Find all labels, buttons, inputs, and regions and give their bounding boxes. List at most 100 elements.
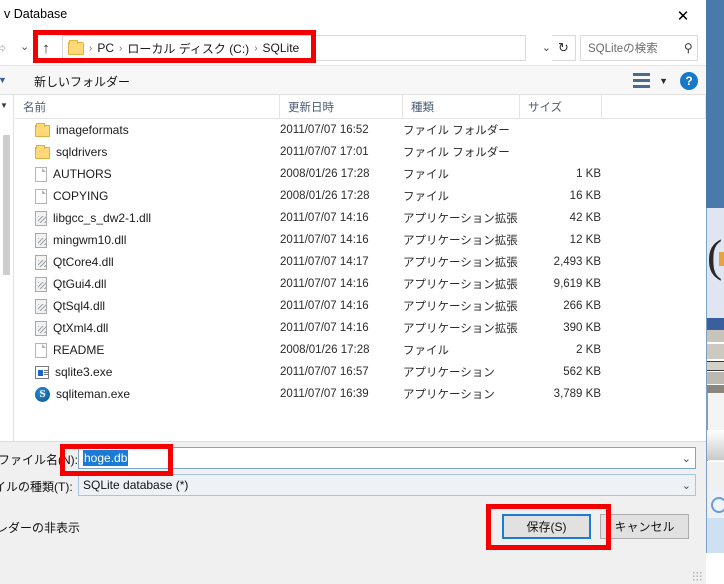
breadcrumb-separator: ›: [117, 43, 124, 54]
background-row: [707, 372, 724, 384]
column-header-size[interactable]: サイズ: [520, 95, 602, 119]
up-one-level-icon[interactable]: ↑: [36, 38, 56, 58]
dialog-form: ファイル名(N): hoge.db ⌄ イルの種類(T): SQLite dat…: [0, 441, 706, 584]
file-date-cell: 2011/07/07 16:39: [280, 383, 369, 405]
filetype-select[interactable]: SQLite database (*) ⌄: [78, 474, 696, 496]
file-row[interactable]: libgcc_s_dw2-1.dll2011/07/07 14:16アプリケーシ…: [15, 207, 706, 229]
column-header-blank[interactable]: [602, 95, 706, 119]
new-folder-button[interactable]: 新しいフォルダー: [34, 73, 130, 90]
file-type-cell: ファイル: [403, 163, 449, 185]
file-size-cell: 266 KB: [445, 295, 601, 317]
file-size-cell: 2 KB: [445, 339, 601, 361]
file-row[interactable]: QtXml4.dll2011/07/07 14:16アプリケーション拡張390 …: [15, 317, 706, 339]
file-date-cell: 2008/01/26 17:28: [280, 185, 370, 207]
file-row[interactable]: sqlite3.exe2011/07/07 16:57アプリケーション562 K…: [15, 361, 706, 383]
file-date-cell: 2011/07/07 14:17: [280, 251, 369, 273]
file-name-label: libgcc_s_dw2-1.dll: [53, 211, 151, 225]
file-name-label: QtSql4.dll: [53, 299, 105, 313]
file-size-cell: 562 KB: [445, 361, 601, 383]
background-title-bar: [706, 0, 724, 208]
dialog-title-bar: v Database ✕: [0, 1, 706, 31]
breadcrumb-item-localdisk[interactable]: ローカル ディスク (C:): [124, 40, 252, 57]
filetype-value: SQLite database (*): [83, 478, 188, 492]
background-orange-mark: [719, 252, 724, 266]
address-bar[interactable]: › PC › ローカル ディスク (C:) › SQLite: [62, 35, 526, 61]
file-name-label: README: [53, 343, 104, 357]
filename-input[interactable]: hoge.db ⌄: [78, 447, 696, 469]
resize-grip[interactable]: [692, 571, 702, 581]
file-list: imageformats2011/07/07 16:52ファイル フォルダーsq…: [15, 119, 706, 405]
search-input[interactable]: SQLiteの検索: [588, 40, 684, 56]
dll-icon: [35, 299, 47, 314]
breadcrumb-item-sqlite[interactable]: SQLite: [260, 41, 303, 55]
dll-icon: [35, 321, 47, 336]
dll-icon: [35, 233, 47, 248]
file-row[interactable]: Ssqliteman.exe2011/07/07 16:39アプリケーション3,…: [15, 383, 706, 405]
file-row[interactable]: mingwm10.dll2011/07/07 14:16アプリケーション拡張12…: [15, 229, 706, 251]
file-name-label: sqliteman.exe: [56, 387, 130, 401]
file-size-cell: 3,789 KB: [445, 383, 601, 405]
filename-value: hoge.db: [83, 450, 128, 466]
dll-icon: [35, 211, 47, 226]
close-icon[interactable]: ✕: [660, 1, 706, 31]
view-layout-icon[interactable]: [633, 73, 650, 88]
save-button[interactable]: 保存(S): [502, 514, 591, 539]
search-box[interactable]: SQLiteの検索 ⚲: [580, 35, 698, 61]
expand-caret-icon[interactable]: ▼: [0, 101, 8, 110]
file-name-label: COPYING: [53, 189, 108, 203]
column-header-name[interactable]: 名前: [15, 95, 280, 119]
chevron-down-icon[interactable]: ⌄: [682, 452, 691, 465]
cancel-button[interactable]: キャンセル: [600, 514, 689, 539]
dll-icon: [35, 255, 47, 270]
filename-label: ファイル名(N):: [0, 451, 78, 468]
background-row: [707, 330, 724, 343]
file-row[interactable]: QtSql4.dll2011/07/07 14:16アプリケーション拡張266 …: [15, 295, 706, 317]
file-name-cell: sqldrivers: [35, 141, 107, 163]
file-name-cell: COPYING: [35, 185, 108, 207]
file-row[interactable]: README2008/01/26 17:28ファイル2 KB: [15, 339, 706, 361]
folder-icon: [35, 125, 50, 137]
dll-icon: [35, 277, 47, 292]
file-icon: [35, 167, 47, 182]
breadcrumb-item-pc[interactable]: PC: [94, 41, 117, 55]
navigation-pane: ▼: [0, 95, 14, 441]
file-row[interactable]: AUTHORS2008/01/26 17:28ファイル1 KB: [15, 163, 706, 185]
file-row[interactable]: sqldrivers2011/07/07 17:01ファイル フォルダー: [15, 141, 706, 163]
recent-locations-icon[interactable]: ⌄: [20, 40, 29, 53]
chevron-down-icon[interactable]: ⌄: [682, 479, 691, 492]
chevron-down-icon[interactable]: ▼: [659, 76, 668, 86]
navigation-bar: ⇨ ⌄ ↑ › PC › ローカル ディスク (C:) › SQLite ⌄ ↻…: [0, 31, 706, 65]
file-name-cell: sqlite3.exe: [35, 361, 112, 383]
hide-folders-button[interactable]: レダーの非表示: [0, 519, 80, 536]
organize-caret-icon[interactable]: ▼: [0, 75, 7, 85]
breadcrumb-separator: ›: [252, 43, 259, 54]
background-band: [706, 462, 724, 492]
forward-arrow-icon[interactable]: ⇨: [0, 39, 7, 57]
dialog-toolbar: ▼ 新しいフォルダー ▼ ?: [0, 65, 706, 95]
column-header-date[interactable]: 更新日時: [280, 95, 403, 119]
file-name-label: sqlite3.exe: [55, 365, 112, 379]
file-name-label: sqldrivers: [56, 145, 107, 159]
help-icon[interactable]: ?: [680, 72, 698, 90]
file-name-cell: AUTHORS: [35, 163, 112, 185]
dialog-title: v Database: [4, 7, 67, 21]
file-name-cell: libgcc_s_dw2-1.dll: [35, 207, 151, 229]
file-type-cell: ファイル: [403, 185, 449, 207]
file-date-cell: 2008/01/26 17:28: [280, 163, 370, 185]
navigation-scrollbar[interactable]: [3, 135, 10, 275]
column-header-type[interactable]: 種類: [403, 95, 520, 119]
background-button-icon: [711, 497, 724, 513]
sqliteman-icon: S: [35, 387, 50, 402]
file-row[interactable]: imageformats2011/07/07 16:52ファイル フォルダー: [15, 119, 706, 141]
dialog-body: ▼ 名前更新日時種類サイズ imageformats2011/07/07 16:…: [0, 95, 706, 441]
file-row[interactable]: QtCore4.dll2011/07/07 14:17アプリケーション拡張2,4…: [15, 251, 706, 273]
file-row[interactable]: QtGui4.dll2011/07/07 14:16アプリケーション拡張9,61…: [15, 273, 706, 295]
file-name-label: mingwm10.dll: [53, 233, 126, 247]
chevron-down-icon[interactable]: ⌄: [542, 41, 551, 54]
file-row[interactable]: COPYING2008/01/26 17:28ファイル16 KB: [15, 185, 706, 207]
file-date-cell: 2011/07/07 16:52: [280, 119, 369, 141]
refresh-icon[interactable]: ↻: [552, 35, 576, 61]
background-selected-row: [707, 318, 724, 330]
exe-icon: [35, 366, 49, 379]
background-row: [707, 344, 724, 360]
